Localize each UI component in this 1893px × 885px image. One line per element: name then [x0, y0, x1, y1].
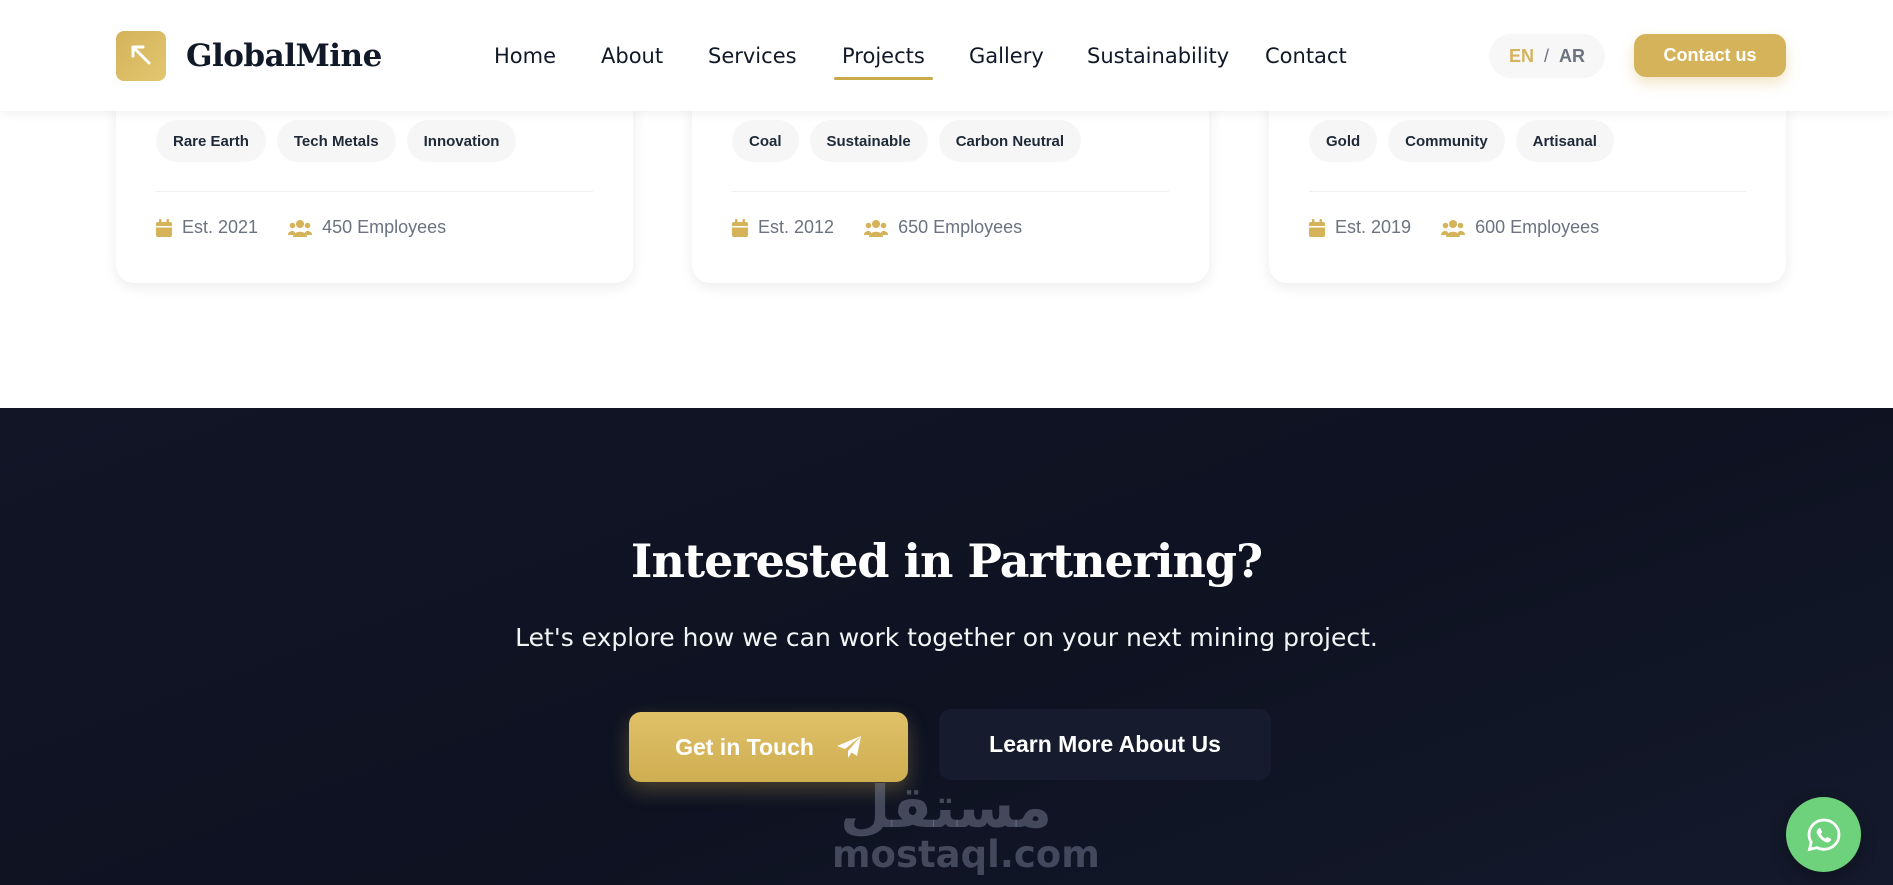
nav-services[interactable]: Services	[708, 44, 797, 68]
tag: Sustainable	[809, 120, 928, 162]
nav-projects[interactable]: Projects	[834, 44, 933, 80]
tag: Community	[1388, 120, 1505, 162]
card-meta: Est. 2021 450 Employees	[156, 217, 476, 238]
tag: Artisanal	[1515, 120, 1614, 162]
established-year: Est. 2021	[182, 217, 259, 237]
watermark: مستقل mostaql.com	[832, 773, 1100, 876]
tag-list: Rare Earth Tech Metals Innovation	[156, 120, 517, 162]
get-in-touch-button[interactable]: Get in Touch	[629, 712, 908, 782]
paper-plane-icon	[836, 736, 861, 758]
lang-en[interactable]: EN	[1509, 46, 1534, 67]
tag: Rare Earth	[156, 120, 266, 162]
watermark-arabic: مستقل	[839, 773, 1053, 841]
tag: Carbon Neutral	[938, 120, 1082, 162]
tag-list: Coal Sustainable Carbon Neutral	[732, 120, 1082, 162]
watermark-latin: mostaql.com	[832, 833, 1100, 876]
users-icon	[864, 219, 889, 237]
tag-list: Gold Community Artisanal	[1309, 120, 1614, 162]
calendar-icon	[156, 218, 172, 237]
contact-us-button[interactable]: Contact us	[1634, 34, 1786, 77]
nav-home[interactable]: Home	[494, 44, 556, 68]
tag: Coal	[732, 120, 799, 162]
language-switcher: EN / AR	[1489, 34, 1605, 78]
tag: Gold	[1309, 120, 1378, 162]
partner-cta-section: Interested in Partnering? Let's explore …	[0, 408, 1893, 885]
card-divider	[732, 191, 1169, 192]
whatsapp-icon	[1807, 818, 1840, 851]
site-header: GlobalMine Home About Services Projects …	[0, 0, 1893, 111]
users-icon	[1441, 219, 1466, 237]
tag: Tech Metals	[276, 120, 396, 162]
nav-about[interactable]: About	[601, 44, 663, 68]
cta-subtitle: Let's explore how we can work together o…	[515, 623, 1378, 652]
established-year: Est. 2019	[1335, 217, 1412, 237]
lang-ar[interactable]: AR	[1559, 46, 1585, 67]
get-in-touch-label: Get in Touch	[675, 733, 814, 760]
employee-count: 450 Employees	[322, 217, 447, 237]
employee-count: 650 Employees	[898, 217, 1023, 237]
established-year: Est. 2012	[758, 217, 835, 237]
nav-sustainability[interactable]: Sustainability	[1087, 44, 1229, 68]
card-meta: Est. 2019 600 Employees	[1309, 217, 1629, 238]
whatsapp-button[interactable]	[1786, 797, 1861, 872]
calendar-icon	[1309, 218, 1325, 237]
main-nav: Home About Services Projects Gallery Sus…	[0, 36, 1893, 80]
nav-gallery[interactable]: Gallery	[969, 44, 1044, 68]
employee-count: 600 Employees	[1475, 217, 1600, 237]
tag: Innovation	[406, 120, 517, 162]
card-divider	[156, 191, 593, 192]
card-divider	[1309, 191, 1746, 192]
calendar-icon	[732, 218, 748, 237]
nav-contact[interactable]: Contact	[1265, 44, 1347, 68]
card-meta: Est. 2012 650 Employees	[732, 217, 1052, 238]
lang-separator: /	[1544, 45, 1550, 66]
users-icon	[288, 219, 313, 237]
learn-more-button[interactable]: Learn More About Us	[939, 709, 1271, 780]
cta-title: Interested in Partnering?	[630, 534, 1263, 588]
